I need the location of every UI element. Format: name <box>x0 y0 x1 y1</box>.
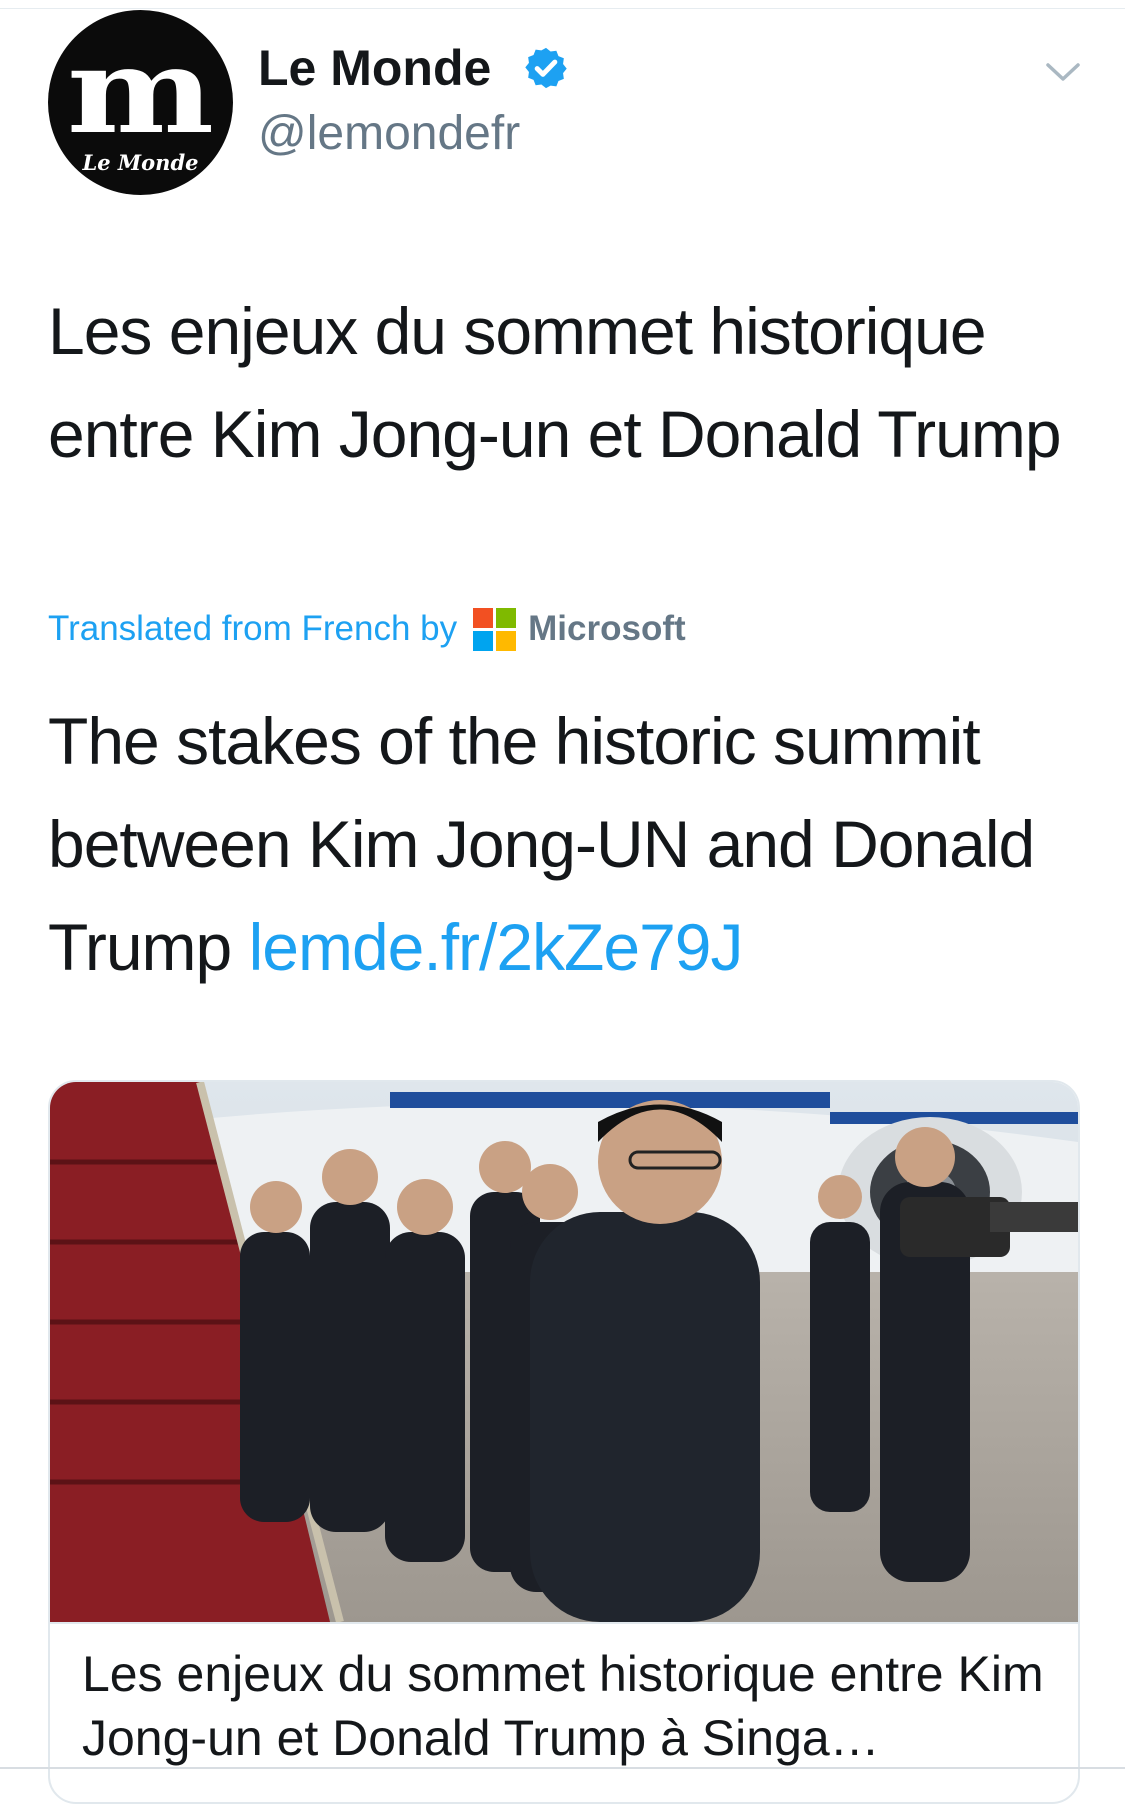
top-divider <box>0 8 1125 9</box>
chevron-down-icon[interactable] <box>1045 60 1081 84</box>
tweet-text: Les enjeux du sommet historique entre Ki… <box>48 294 1062 471</box>
card-title: Les enjeux du sommet historique entre Ki… <box>82 1646 1044 1766</box>
translated-from-label[interactable]: Translated from French by <box>48 609 457 649</box>
display-name[interactable]: Le Monde <box>258 38 491 98</box>
link-preview-card[interactable]: Les enjeux du sommet historique entre Ki… <box>48 1080 1080 1804</box>
card-image <box>50 1082 1078 1622</box>
translation-attribution: Translated from French by Microsoft <box>48 603 686 655</box>
microsoft-logo-icon <box>473 607 517 651</box>
tweet-link[interactable]: lemde.fr/2kZe79J <box>249 910 744 984</box>
translation-provider: Microsoft <box>528 609 686 648</box>
account-handle[interactable]: @lemondefr <box>258 104 520 164</box>
translated-tweet-text: The stakes of the historic summit betwee… <box>48 690 1078 999</box>
card-divider <box>50 1622 1078 1624</box>
verified-badge-icon <box>525 47 567 89</box>
avatar-wordmark: Le Monde <box>82 150 199 175</box>
avatar-letter: m <box>66 21 215 160</box>
avatar[interactable]: m Le Monde <box>48 10 233 195</box>
bottom-divider <box>0 1767 1125 1769</box>
